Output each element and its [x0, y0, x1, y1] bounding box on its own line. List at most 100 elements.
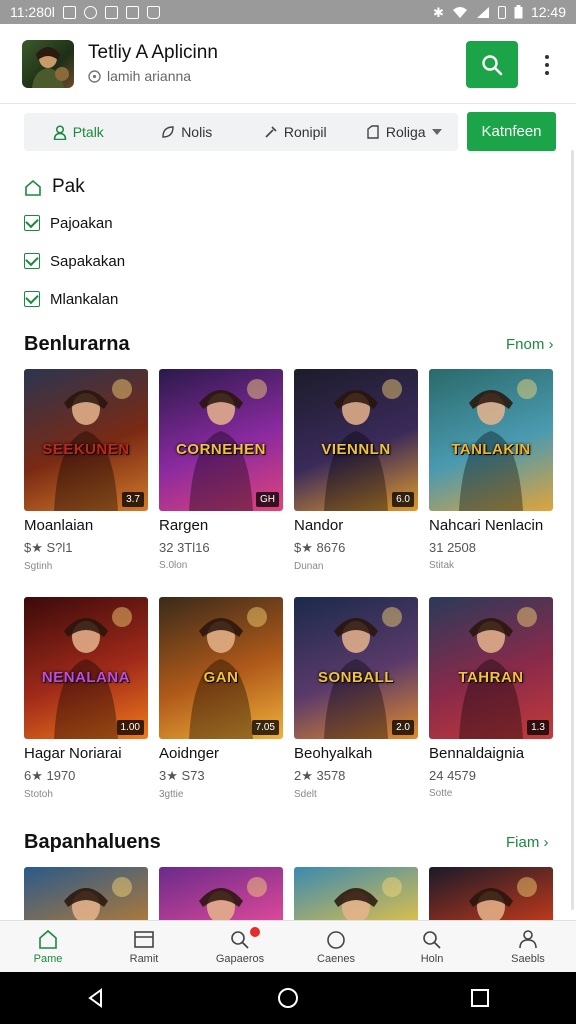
status-bar: 11:280l ✱ 12:49: [0, 0, 576, 24]
game-card[interactable]: CORNEHEN GH Rargen 32 3Tl16 S.0lon: [159, 369, 283, 571]
game-card[interactable]: SONBALL 2.0 Beohyalkah 2★ 3578 Sdelt: [294, 597, 418, 800]
game-sub: 3gttie: [159, 789, 184, 800]
filter-tab-ronipil[interactable]: Ronipil: [241, 124, 350, 140]
search-button[interactable]: [466, 41, 518, 88]
section-title: Benlurarna: [24, 333, 130, 355]
checklist-item-label: Pajoakan: [50, 214, 113, 232]
checklist-item[interactable]: Pajoakan: [24, 204, 324, 242]
checklist-item[interactable]: Sapakakan: [24, 242, 324, 280]
game-card[interactable]: TFHIINA: [429, 867, 553, 920]
filter-tab-ptalk[interactable]: Ptalk: [24, 124, 133, 140]
rating-badge: 1.3: [527, 720, 549, 735]
chevron-down-icon: [431, 129, 442, 135]
game-card[interactable]: TAHRAN 1.3 Bennaldaignia 24 4579 Sotte: [429, 597, 553, 799]
game-sub: Stotoh: [24, 789, 53, 800]
game-thumbnail[interactable]: NENALANA 1.00: [24, 597, 148, 739]
game-sub: Sotte: [429, 788, 453, 799]
status-left: 11:280l: [10, 4, 160, 20]
nav-item[interactable]: Ramit: [96, 921, 192, 972]
app-avatar[interactable]: [22, 40, 74, 88]
nav-item[interactable]: Gapaeros: [192, 921, 288, 972]
recents-icon[interactable]: [469, 987, 491, 1009]
artwork-icon: [199, 877, 267, 920]
nav-label: Ramit: [129, 952, 159, 965]
lock-icon: [146, 5, 160, 19]
game-sub: Stitak: [429, 560, 455, 571]
scrollbar[interactable]: [571, 150, 574, 910]
checklist-heading: Pak: [24, 170, 324, 204]
back-icon[interactable]: [85, 987, 107, 1009]
profile-icon: [519, 929, 537, 948]
game-title: Rargen: [159, 517, 209, 534]
game-title: Aoidnger: [159, 745, 220, 762]
nav-label: Caenes: [317, 952, 355, 965]
section-link-text: Fnom: [506, 336, 545, 353]
more-vert-icon: [545, 55, 549, 59]
artwork-icon: [54, 607, 132, 739]
notification-icon: [104, 5, 118, 19]
game-thumbnail[interactable]: SONBALL 2.0: [294, 597, 418, 739]
system-navigation-bar: [0, 972, 576, 1024]
checklist-heading-text: Pak: [52, 176, 85, 197]
game-thumbnail[interactable]: TANLAKIN: [429, 369, 553, 511]
checklist-item[interactable]: Mlankalan: [24, 280, 324, 318]
artwork-icon: [324, 607, 402, 739]
section-title: Bapanhaluens: [24, 831, 161, 853]
status-time-right: 12:49: [530, 4, 566, 20]
artwork-icon: [459, 607, 537, 739]
status-right: ✱ 12:49: [433, 4, 566, 20]
nav-item[interactable]: Holn: [384, 921, 480, 972]
game-card[interactable]: TANLAKIN Nahcari Nenlacin 31 2508 Stitak: [429, 369, 553, 571]
filter-tab-nolis[interactable]: Nolis: [133, 124, 242, 140]
game-title: Bennaldaignia: [429, 745, 525, 762]
chevron-right-icon: ›: [543, 834, 549, 851]
game-thumbnail[interactable]: [24, 867, 148, 920]
more-dot: [545, 63, 549, 67]
person-icon: [53, 124, 66, 140]
nav-label: Gapaeros: [215, 952, 265, 965]
checkbox-checked-icon[interactable]: [24, 215, 40, 231]
game-thumbnail[interactable]: TAHRAN 1.3: [429, 597, 553, 739]
section-more-link[interactable]: Fiam ›: [506, 834, 549, 851]
checkbox-checked-icon[interactable]: [24, 291, 40, 307]
checkbox-checked-icon[interactable]: [24, 253, 40, 269]
bluetooth-icon: ✱: [433, 4, 444, 20]
game-thumbnail[interactable]: [294, 867, 418, 920]
game-thumbnail[interactable]: CORNEHEN GH: [159, 369, 283, 511]
game-thumbnail[interactable]: VIENNLN 6.0: [294, 369, 418, 511]
filter-label: Nolis: [181, 124, 213, 140]
game-logo-text: TANLAKIN: [451, 441, 531, 458]
game-logo-text: GAN: [203, 669, 239, 686]
game-title: Hagar Noriarai: [24, 745, 122, 762]
game-title: Beohyalkah: [294, 745, 373, 762]
nav-item[interactable]: Caenes: [288, 921, 384, 972]
game-thumbnail[interactable]: SONBFAINE: [159, 867, 283, 920]
game-thumbnail[interactable]: TFHIINA: [429, 867, 553, 920]
artwork-icon: [54, 379, 132, 511]
filter-dropdown-roliga[interactable]: Roliga: [350, 124, 459, 140]
game-meta: 24 4579: [429, 768, 476, 783]
game-card[interactable]: [24, 867, 148, 920]
artwork-icon: [334, 877, 402, 920]
nav-label: Pame: [33, 952, 63, 965]
game-title: Moanlaian: [24, 517, 94, 534]
more-options-button[interactable]: [534, 46, 560, 84]
game-card[interactable]: GAN 7.05 Aoidnger 3★ S73 3gttie: [159, 597, 283, 800]
nav-item[interactable]: Pame: [0, 921, 96, 972]
home-circle-icon[interactable]: [277, 987, 299, 1009]
game-logo-text: TAHRAN: [458, 669, 524, 686]
game-card[interactable]: SONBFAINE: [159, 867, 283, 920]
game-title: Nandor: [294, 517, 344, 534]
game-thumbnail[interactable]: GAN 7.05: [159, 597, 283, 739]
game-thumbnail[interactable]: SEEKUNEN 3.7: [24, 369, 148, 511]
game-card[interactable]: [294, 867, 418, 920]
rating-badge: 3.7: [122, 492, 144, 507]
game-card[interactable]: NENALANA 1.00 Hagar Noriarai 6★ 1970 Stotoh: [24, 597, 148, 800]
artwork-icon: [189, 607, 267, 739]
artwork-icon: [324, 379, 402, 511]
game-card[interactable]: VIENNLN 6.0 Nandor $★ 8676 Dunan: [294, 369, 418, 572]
apply-button[interactable]: Katnfeen: [467, 112, 556, 151]
nav-item[interactable]: Saebls: [480, 921, 576, 972]
game-card[interactable]: SEEKUNEN 3.7 Moanlaian $★ S?l1 Sgtinh: [24, 369, 148, 572]
section-more-link[interactable]: Fnom ›: [506, 336, 554, 353]
